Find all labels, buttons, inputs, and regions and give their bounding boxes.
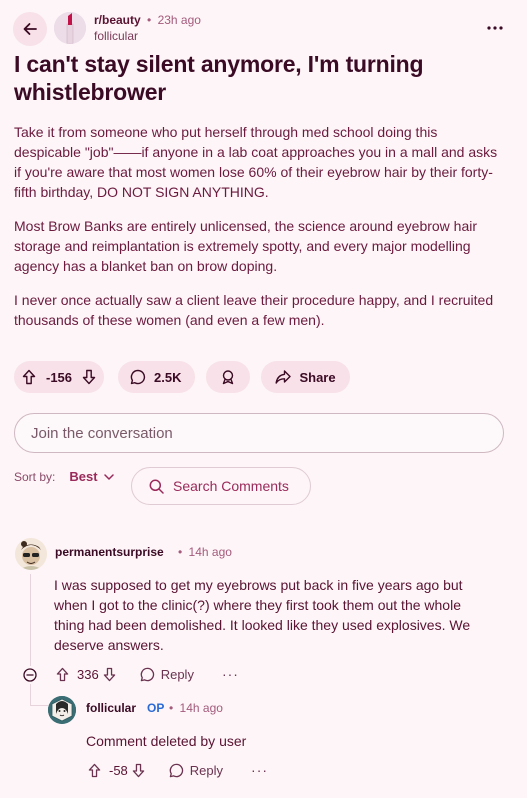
upvote-icon [56,667,69,681]
more-horizontal-icon [487,26,503,30]
comment-score: -58 [109,762,128,778]
separator-dot: • [178,545,183,559]
thread-line [30,574,31,666]
post-paragraph: Most Brow Banks are entirely unlicensed,… [14,218,478,274]
reply-label: Reply [189,762,224,778]
comment-time: • 14h ago [169,701,223,715]
user-avatar-icon [48,696,76,724]
share-button[interactable]: Share [261,361,350,393]
thread-line-branch [30,684,31,706]
subreddit-name[interactable]: r/beauty [94,13,141,27]
search-icon [149,479,164,494]
award-icon [223,370,234,385]
comment-more-button[interactable]: ··· [222,666,239,682]
sort-label: Sort by: [14,469,56,484]
join-conversation-input[interactable] [15,414,503,452]
sort-value: Best [69,469,98,484]
comment-time: • 14h ago [178,545,232,559]
post-paragraph: Take it from someone who put herself thr… [14,124,498,200]
share-label: Share [299,369,336,385]
back-arrow-icon [23,23,37,35]
reply-label: Reply [160,666,194,682]
comment-time-value: 14h ago [179,701,223,715]
upvote-button[interactable] [88,763,101,778]
comment-author[interactable]: permanentsurprise [55,545,164,559]
comments-button[interactable]: 2.5K [118,361,196,393]
lipstick-icon [54,12,86,44]
downvote-button[interactable] [103,667,116,682]
downvote-icon [82,369,96,385]
downvote-icon [103,667,115,681]
collapse-icon [23,668,37,682]
comment-icon [169,763,183,777]
post-body: Take it from someone who put herself thr… [14,122,504,344]
comment-score: 336 [77,666,99,682]
comment-icon [130,369,146,385]
comment-body: Comment deleted by user [86,733,247,749]
share-icon [275,370,292,384]
search-comments-label: Search Comments [173,478,289,494]
post-time: 23h ago [157,13,201,27]
subreddit-line: r/beauty • 23h ago [94,13,201,27]
downvote-button[interactable] [82,369,96,385]
downvote-button[interactable] [132,763,145,778]
comment-count: 2.5K [154,369,182,385]
subreddit-avatar[interactable] [54,12,86,44]
award-button[interactable] [206,361,251,393]
reply-button[interactable]: Reply [169,763,223,778]
avatar[interactable] [15,538,47,570]
separator-dot: • [169,701,174,715]
comment-time-value: 14h ago [188,545,232,559]
collapse-thread-button[interactable] [22,667,38,683]
thread-line-branch [30,705,48,706]
comment-author[interactable]: follicular [86,701,136,715]
comment-actions: -58 Reply ··· [88,762,268,778]
upvote-button[interactable] [56,667,69,682]
post-author[interactable]: follicular [94,29,138,43]
post-actions: -156 2.5K Share [14,361,350,393]
search-comments-button[interactable]: Search Comments [131,467,311,505]
vote-pill: -156 [14,361,104,393]
upvote-icon [22,369,36,385]
upvote-icon [88,763,101,777]
downvote-icon [132,763,145,777]
avatar[interactable] [48,696,76,724]
upvote-button[interactable] [22,369,36,385]
post-score: -156 [46,369,73,385]
user-avatar-icon [15,538,47,570]
post-paragraph: I never once actually saw a client leave… [14,292,494,328]
post-title: I can't stay silent anymore, I'm turning… [14,51,424,105]
comment-icon [140,667,154,681]
sort-row: Sort by: Best [14,469,114,484]
back-button[interactable] [13,12,47,46]
comment-more-button[interactable]: ··· [251,762,268,778]
reply-button[interactable]: Reply [140,667,194,682]
sort-dropdown[interactable]: Best [69,469,114,484]
op-badge: OP [147,701,165,715]
comment-actions: 336 Reply ··· [56,666,239,682]
comment-body: I was supposed to get my eyebrows put ba… [54,577,471,653]
separator-dot: • [147,13,152,27]
chevron-down-icon [103,473,114,480]
post-more-button[interactable] [483,18,507,38]
join-conversation-box [14,413,504,453]
